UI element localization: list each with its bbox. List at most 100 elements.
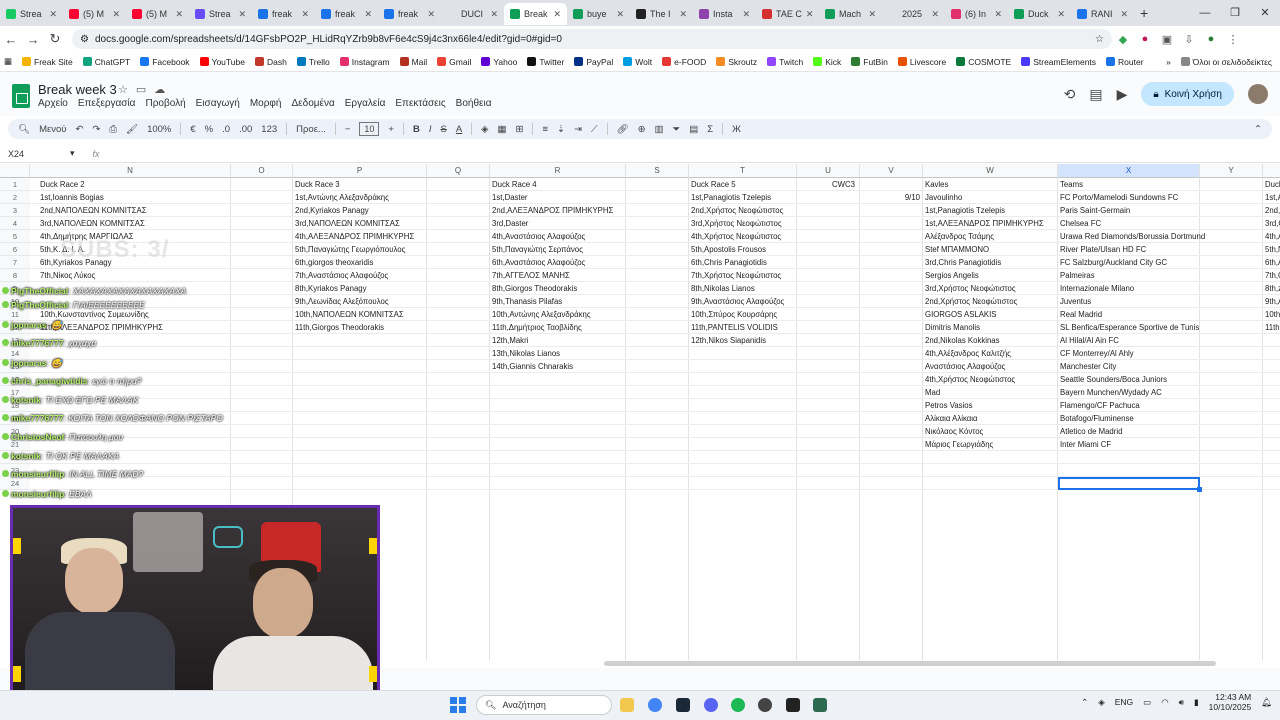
cell[interactable]: 7th,Νίκος Λύκος [40,269,95,282]
cell[interactable]: Petros Vasios [925,399,973,412]
bookmark-item[interactable]: COSMOTE [956,57,1011,67]
cell[interactable]: 11th,Δημήτριος Ταοβλίδης [492,321,582,334]
align-vertical-icon[interactable]: ⇣ [557,124,565,135]
tab-close-icon[interactable]: ✕ [994,9,1002,20]
cell[interactable]: 10th,Αντώνης Αλεξανδράκης [492,308,591,321]
volume-icon[interactable]: 🔊︎ [1179,697,1184,708]
cell[interactable]: Duck Race 4 [492,178,537,191]
cell[interactable]: Duck Race 5 [691,178,736,191]
cell[interactable]: 5th,Παναγιώτης Σερπάνος [492,243,583,256]
cell[interactable]: 1st,Ioannis Bogias [40,191,104,204]
cell[interactable]: 12th,Nikos Siapanidis [691,334,766,347]
windows-start-icon[interactable] [450,697,466,713]
cell[interactable]: 11th,Giorgos Theodorakis [295,321,384,334]
browser-tab[interactable]: (5) M ✕ [126,3,189,25]
cell[interactable]: 2nd,ΝΑΠΟΛΕΩΝ ΚΟΜΝΙΤΣΑΣ [40,204,147,217]
cell[interactable]: 1st,ΑΛΕΞΑΝΔΡΟΣ ΠΡΙΜΗΚΥΡΗΣ [925,217,1044,230]
text-rotation-icon[interactable]: ⟋ [591,124,598,135]
cell[interactable]: Teams [1060,178,1083,191]
cell[interactable]: 11th,Αναστάσιος [1265,321,1280,334]
cell[interactable]: Urawa Red Diamonds/Borussia Dortmund [1060,230,1205,243]
input-tools-icon[interactable]: Ж [732,124,741,135]
cell[interactable]: 5th,Nikos Micha [1265,243,1280,256]
font-family-select[interactable]: Προε... [296,124,326,135]
cell[interactable]: 2nd,Kyriakos Panagy [295,204,369,217]
menu-item[interactable]: Δεδομένα [291,98,334,109]
notifications-icon[interactable]: 🔔︎ [1261,697,1272,708]
merge-cells-icon[interactable]: ⊞ [515,124,523,135]
menu-item[interactable]: Εισαγωγή [196,98,240,109]
cell[interactable]: 6th,giorgos theoxaridis [295,256,373,269]
avatar[interactable] [1248,84,1268,104]
cell[interactable]: 13th,Nikolas Lianos [492,347,560,360]
cell[interactable]: Μάριος Γεωργιάδης [925,438,993,451]
bookmark-item[interactable]: Twitch [767,57,803,67]
browser-tab[interactable]: Insta ✕ [693,3,756,25]
cell[interactable]: 7th,Αναστάσιος Αλαφούζος [295,269,388,282]
forward-icon[interactable]: → [22,32,44,47]
name-box[interactable]: X24 [0,149,70,159]
cell[interactable]: Αλέξανδρος Τσάμης [925,230,994,243]
bookmark-item[interactable]: Mail [399,57,427,67]
column-header[interactable]: W [923,164,1058,178]
cell[interactable]: Palmeiras [1060,269,1095,282]
bookmark-item[interactable]: PayPal [574,57,613,67]
cell[interactable]: CF Monterrey/Al Ahly [1060,347,1134,360]
cell[interactable]: 3rd,Chris Panag [1265,217,1280,230]
cell[interactable]: Seattle Sounders/Boca Juniors [1060,373,1167,386]
share-button[interactable]: 🔒︎ Κοινή Χρήση [1141,82,1234,106]
obs-icon[interactable] [758,698,772,712]
tab-close-icon[interactable]: ✕ [427,9,435,20]
apps-grid-icon[interactable]: ▦ [4,56,12,67]
column-header[interactable]: T [689,164,797,178]
cell[interactable]: Αλίκαια Αλίκαια [925,412,978,425]
borders-icon[interactable]: ▦ [497,124,506,135]
column-header[interactable]: U [797,164,860,178]
cell[interactable]: Chelsea FC [1060,217,1101,230]
file-explorer-icon[interactable] [620,698,634,712]
minimize-button[interactable]: — [1190,0,1220,26]
cell[interactable]: 3rd,Χρήστος Νεοφώτιστος [691,217,782,230]
cell[interactable]: 10th,ΝΑΠΟΛΕΩΝ ΚΟΜΝΙΤΣΑΣ [295,308,404,321]
cell[interactable]: 4th,Χρήστος Νεοφώτιστος [925,373,1015,386]
select-all-corner[interactable] [0,164,30,178]
discord-icon[interactable] [704,698,718,712]
document-title[interactable]: Break week 3 [38,82,117,97]
cell[interactable]: 4th,Χρήστος Νεοφώτιστος [691,230,781,243]
cell[interactable]: 7th,ΑΓΓΕΛΟΣ ΜΑΝΗΣ [492,269,570,282]
row-header[interactable]: 2 [0,191,30,204]
display-icon[interactable]: ▭ [1143,697,1151,708]
column-header[interactable] [1263,164,1280,178]
cell[interactable]: 2nd,ΑΛΕΞΑΝΔΡΟΣ ΠΡΙΜΗΚΥΡΗΣ [492,204,613,217]
tab-close-icon[interactable]: ✕ [175,9,183,20]
text-color-icon[interactable]: A [456,124,462,135]
row-header[interactable]: 3 [0,204,30,217]
column-header[interactable]: N [30,164,231,178]
tab-close-icon[interactable]: ✕ [364,9,372,20]
cell[interactable]: 8th,Kyriakos Panagy [295,282,367,295]
bookmark-item[interactable]: StreamElements [1021,57,1096,67]
tab-close-icon[interactable]: ✕ [301,9,309,20]
tray-overflow-icon[interactable]: ⌃ [1081,697,1088,708]
cell[interactable]: Duck Race 6 [1265,178,1280,191]
cell[interactable]: 9th,Αναστάσιος Αλαφούζος [691,295,784,308]
bookmark-item[interactable]: Instagram [339,57,390,67]
collapse-toolbar-icon[interactable]: ⌃ [1254,124,1262,135]
cell[interactable]: Νικόλαος Κόντος [925,425,983,438]
site-info-icon[interactable]: ⚙ [80,34,89,45]
column-header[interactable]: R [490,164,626,178]
cell[interactable]: Internazionale Milano [1060,282,1134,295]
bookmark-star-icon[interactable]: ☆ [1095,34,1104,45]
bookmark-item[interactable]: Skroutz [716,57,757,67]
row-header[interactable]: 1 [0,178,30,191]
bookmark-item[interactable]: Kick [813,57,841,67]
cell[interactable]: FC Salzburg/Auckland City GC [1060,256,1167,269]
cell[interactable]: Kavles [925,178,948,191]
cell[interactable]: 12th,Makri [492,334,528,347]
tab-close-icon[interactable]: ✕ [931,9,939,20]
cell[interactable]: Botafogo/Fluminense [1060,412,1134,425]
browser-tab[interactable]: DUCI ✕ [441,3,504,25]
cell[interactable]: 8th,zenonas zen [1265,282,1280,295]
cell[interactable]: CWC3 [832,178,855,191]
move-folder-icon[interactable]: ▭ [136,84,154,96]
